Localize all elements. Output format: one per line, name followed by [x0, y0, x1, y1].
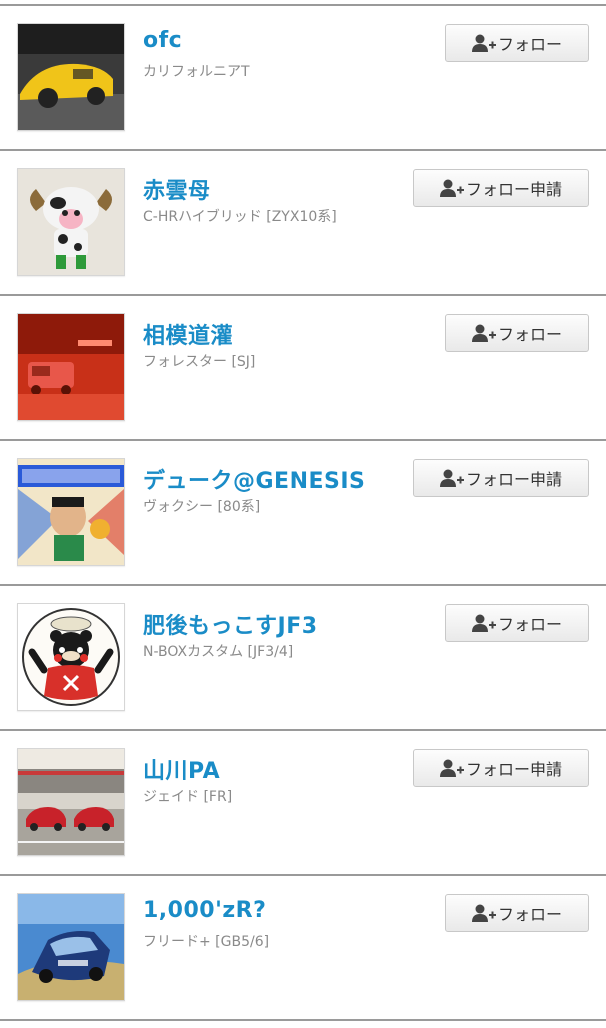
- add-user-icon: [471, 33, 496, 53]
- list-item: 肥後もっこすJF3 N-BOXカスタム [JF3/4] フォロー: [0, 584, 606, 729]
- avatar[interactable]: [17, 458, 125, 566]
- car-model: フォレスター [SJ]: [143, 354, 256, 370]
- car-model: フリード+ [GB5/6]: [143, 934, 270, 950]
- list-item: 赤雲母 C-HRハイブリッド [ZYX10系] フォロー申請: [0, 149, 606, 294]
- follow-button-label: フォロー申請: [465, 760, 562, 779]
- follow-button[interactable]: フォロー: [445, 894, 589, 932]
- follow-request-button[interactable]: フォロー申請: [413, 169, 589, 207]
- car-model: C-HRハイブリッド [ZYX10系]: [143, 209, 337, 225]
- user-name[interactable]: ofc: [143, 28, 182, 53]
- car-model: ジェイド [FR]: [143, 789, 233, 805]
- car-model: ヴォクシー [80系]: [143, 499, 261, 515]
- car-model: N-BOXカスタム [JF3/4]: [143, 644, 294, 660]
- list-item: 相模道灌 フォレスター [SJ] フォロー: [0, 294, 606, 439]
- user-name[interactable]: 赤雲母: [143, 173, 211, 205]
- avatar[interactable]: [17, 748, 125, 856]
- list-item: デューク@GENESIS ヴォクシー [80系] フォロー申請: [0, 439, 606, 584]
- user-name[interactable]: 山川PA: [143, 753, 220, 785]
- user-name[interactable]: 相模道灌: [143, 318, 233, 350]
- add-user-icon: [439, 178, 464, 198]
- avatar[interactable]: [17, 168, 125, 276]
- user-name[interactable]: 1,000'zR?: [143, 898, 266, 923]
- follow-button-label: フォロー: [497, 905, 562, 924]
- follow-button[interactable]: フォロー: [445, 314, 589, 352]
- list-item: ofc カリフォルニアT フォロー: [0, 4, 606, 149]
- avatar[interactable]: [17, 23, 125, 131]
- list-item: 山川PA ジェイド [FR] フォロー申請: [0, 729, 606, 874]
- follow-button-label: フォロー: [497, 35, 562, 54]
- add-user-icon: [471, 903, 496, 923]
- follow-button[interactable]: フォロー: [445, 24, 589, 62]
- follow-button-label: フォロー申請: [465, 470, 562, 489]
- follow-button[interactable]: フォロー: [445, 604, 589, 642]
- add-user-icon: [471, 613, 496, 633]
- user-list: ofc カリフォルニアT フォロー 赤雲母 C-HRハイブリッド [ZYX10系…: [0, 4, 606, 1021]
- add-user-icon: [439, 468, 464, 488]
- user-name[interactable]: デューク@GENESIS: [143, 463, 365, 495]
- avatar[interactable]: [17, 893, 125, 1001]
- avatar[interactable]: [17, 603, 125, 711]
- avatar[interactable]: [17, 313, 125, 421]
- follow-button-label: フォロー: [497, 325, 562, 344]
- user-name[interactable]: 肥後もっこすJF3: [143, 608, 318, 640]
- follow-request-button[interactable]: フォロー申請: [413, 749, 589, 787]
- divider: [0, 1019, 606, 1021]
- add-user-icon: [439, 758, 464, 778]
- list-item: 1,000'zR? フリード+ [GB5/6] フォロー: [0, 874, 606, 1019]
- follow-request-button[interactable]: フォロー申請: [413, 459, 589, 497]
- follow-button-label: フォロー申請: [465, 180, 562, 199]
- car-model: カリフォルニアT: [143, 64, 250, 80]
- add-user-icon: [471, 323, 496, 343]
- follow-button-label: フォロー: [497, 615, 562, 634]
